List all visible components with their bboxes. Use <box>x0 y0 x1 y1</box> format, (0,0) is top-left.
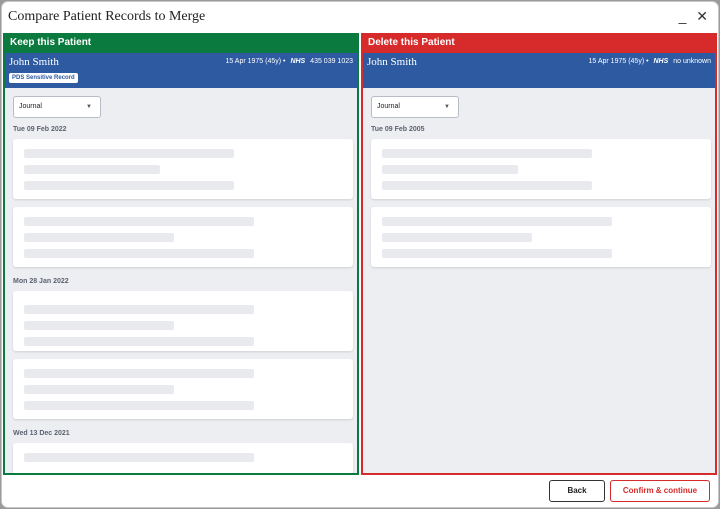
placeholder-line <box>24 369 254 378</box>
pds-sensitive-badge: PDS Sensitive Record <box>9 73 78 83</box>
delete-panel-heading: Delete this Patient <box>363 33 715 53</box>
title-bar: Compare Patient Records to Merge _ ✕ <box>2 2 718 32</box>
journal-entry-card[interactable] <box>371 207 711 267</box>
chevron-down-icon: ▼ <box>86 104 92 110</box>
placeholder-line <box>382 233 532 242</box>
journal-entry-card[interactable] <box>13 359 353 419</box>
keep-panel-heading: Keep this Patient <box>5 33 357 53</box>
keep-patient-info: 15 Apr 1975 (45y) • NHS 435 039 1023 <box>225 58 353 65</box>
placeholder-line <box>24 321 174 330</box>
keep-nhs-number: 435 039 1023 <box>310 58 353 65</box>
keep-nhs-label: NHS <box>290 58 306 65</box>
placeholder-line <box>24 337 254 346</box>
delete-patient-panel: Delete this Patient John Smith 15 Apr 19… <box>361 33 717 475</box>
dialog-title: Compare Patient Records to Merge <box>8 9 206 24</box>
placeholder-line <box>24 181 234 190</box>
placeholder-line <box>382 165 518 174</box>
placeholder-line <box>24 305 254 314</box>
dialog-footer: Back Confirm & continue <box>2 475 718 507</box>
placeholder-line <box>24 385 174 394</box>
delete-nhs-label: NHS <box>653 58 669 65</box>
delete-patient-name: John Smith <box>367 56 417 68</box>
keep-journal-date: Wed 13 Dec 2021 <box>13 430 70 437</box>
journal-entry-card[interactable] <box>13 291 353 351</box>
journal-entry-card[interactable] <box>13 207 353 267</box>
keep-patient-banner: John Smith 15 Apr 1975 (45y) • NHS 435 0… <box>5 53 357 88</box>
placeholder-line <box>24 149 234 158</box>
close-icon[interactable]: ✕ <box>696 8 708 24</box>
keep-journal-date: Tue 09 Feb 2022 <box>13 126 67 133</box>
delete-journal-date: Tue 09 Feb 2005 <box>371 126 425 133</box>
placeholder-line <box>382 217 612 226</box>
placeholder-line <box>24 165 160 174</box>
journal-entry-card[interactable] <box>371 139 711 199</box>
chevron-down-icon: ▼ <box>444 104 450 110</box>
placeholder-line <box>24 453 254 462</box>
placeholder-line <box>24 401 254 410</box>
placeholder-line <box>24 217 254 226</box>
journal-entry-card[interactable] <box>13 443 353 473</box>
delete-view-select-value: Journal <box>377 103 400 110</box>
delete-patient-dob: 15 Apr 1975 (45y) • <box>588 58 649 65</box>
keep-journal-date: Mon 28 Jan 2022 <box>13 278 69 285</box>
window-controls: _ ✕ <box>673 8 708 25</box>
merge-dialog: Compare Patient Records to Merge _ ✕ Kee… <box>2 2 718 507</box>
placeholder-line <box>24 249 254 258</box>
placeholder-line <box>24 233 174 242</box>
keep-view-select-value: Journal <box>19 103 42 110</box>
journal-entry-card[interactable] <box>13 139 353 199</box>
confirm-continue-button[interactable]: Confirm & continue <box>610 480 710 502</box>
placeholder-line <box>382 249 612 258</box>
delete-patient-info: 15 Apr 1975 (45y) • NHS no unknown <box>589 58 712 65</box>
delete-patient-banner: John Smith 15 Apr 1975 (45y) • NHS no un… <box>363 53 715 88</box>
keep-view-select[interactable]: Journal ▼ <box>13 96 101 118</box>
placeholder-line <box>382 181 592 190</box>
back-button[interactable]: Back <box>549 480 605 502</box>
placeholder-line <box>382 149 592 158</box>
keep-patient-dob: 15 Apr 1975 (45y) • <box>225 58 286 65</box>
delete-nhs-number: no unknown <box>673 58 711 65</box>
keep-patient-panel: Keep this Patient John Smith 15 Apr 1975… <box>3 33 359 475</box>
keep-patient-name: John Smith <box>9 56 59 68</box>
delete-view-select[interactable]: Journal ▼ <box>371 96 459 118</box>
minimize-icon[interactable]: _ <box>679 8 687 24</box>
